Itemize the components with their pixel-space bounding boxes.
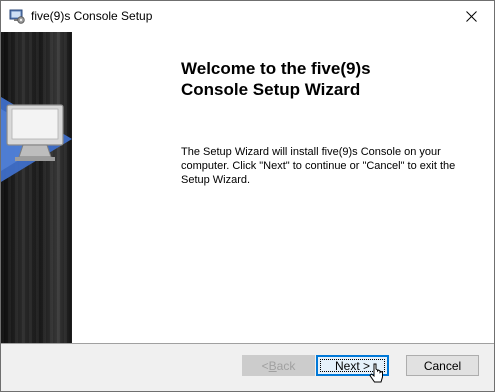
back-button-mnemonic: B (268, 358, 277, 373)
back-button[interactable]: < Back (242, 355, 315, 376)
back-button-rest: ack (276, 358, 296, 373)
close-button[interactable] (448, 1, 494, 31)
back-button-prefix: < (261, 358, 269, 373)
wizard-footer: < Back Next > Cancel (1, 344, 494, 391)
wizard-description: The Setup Wizard will install five(9)s C… (181, 145, 481, 187)
setup-app-icon (9, 9, 25, 24)
description-line-3: Setup Wizard. (181, 174, 251, 186)
computer-monitor-icon (1, 97, 72, 182)
mouse-pointer-icon (369, 363, 383, 383)
wizard-heading-line-2: Console Setup Wizard (181, 80, 361, 99)
window-title: five(9)s Console Setup (31, 9, 153, 23)
description-line-2: computer. Click "Next" to continue or "C… (181, 160, 456, 172)
cancel-button-label: Cancel (423, 358, 462, 373)
wizard-heading: Welcome to the five(9)s Console Setup Wi… (181, 58, 431, 100)
setup-window: five(9)s Console Setup Welcome to the fi… (0, 0, 495, 392)
banner-texture (1, 32, 72, 343)
wizard-heading-line-1: Welcome to the five(9)s (181, 59, 371, 78)
cancel-button[interactable]: Cancel (406, 355, 479, 376)
description-line-1: The Setup Wizard will install five(9)s C… (181, 146, 441, 158)
wizard-side-banner (1, 32, 72, 343)
title-bar: five(9)s Console Setup (1, 1, 494, 31)
wizard-content: Welcome to the five(9)s Console Setup Wi… (72, 32, 494, 343)
close-icon (465, 10, 477, 22)
